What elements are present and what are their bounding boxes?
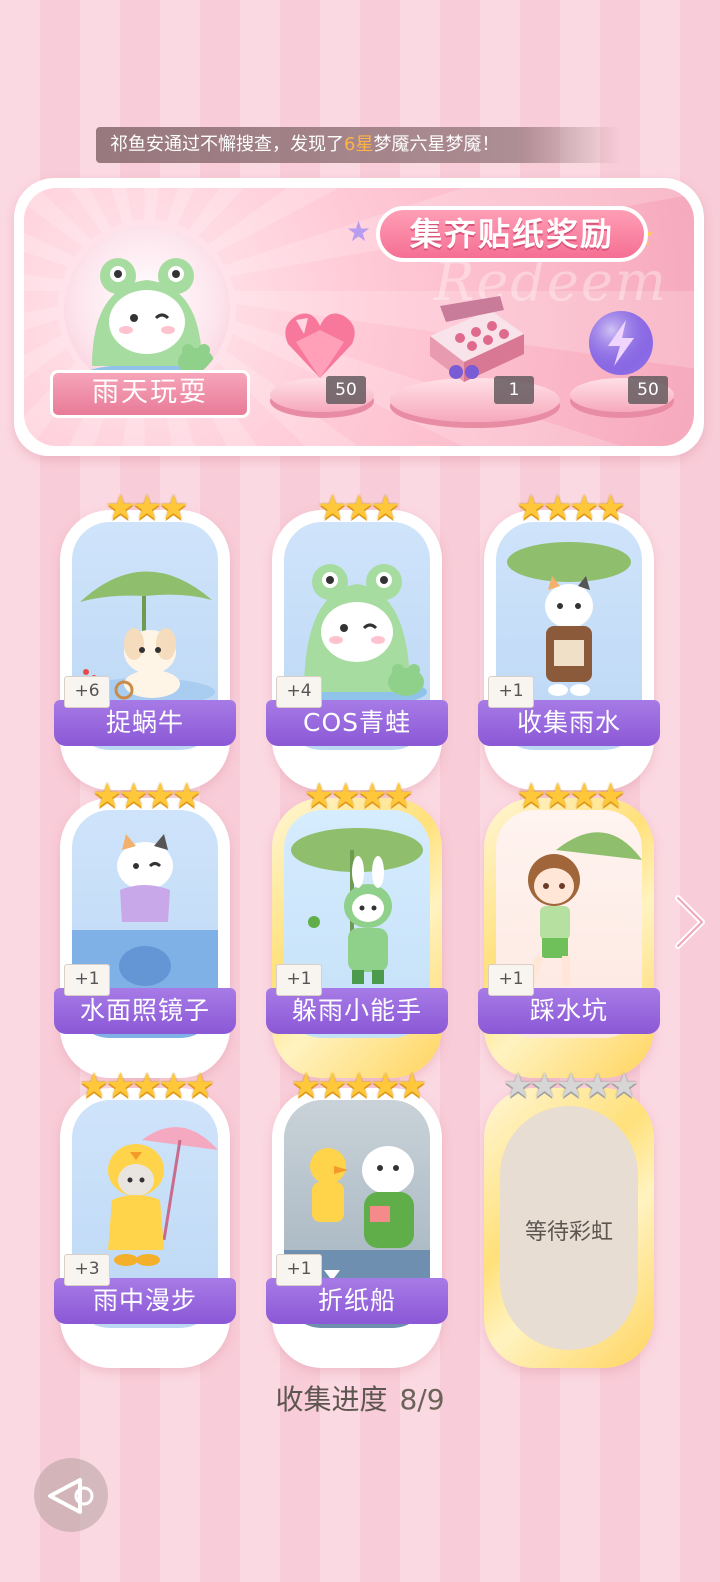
reward-count: 50 (326, 376, 366, 404)
sticker-card[interactable]: ★★★★ +1 踩水坑 (478, 776, 660, 1078)
star-rating: ★★★★★ (290, 1066, 427, 1106)
star-rating: ★★★★★ (78, 1066, 215, 1106)
star-rating: ★★★★ (516, 776, 626, 816)
pink-heart-gem-icon[interactable] (282, 308, 358, 384)
progress-label: 收集进度 (275, 1383, 388, 1416)
sticker-count-badge: +1 (276, 1254, 322, 1286)
purple-energy-orb-icon[interactable] (586, 308, 656, 378)
sticker-card[interactable]: ★★★ +4 COS青蛙 (266, 488, 448, 790)
sticker-count-badge: +3 (64, 1254, 110, 1286)
banner-title: 集齐贴纸奖励 (376, 206, 648, 262)
star-rating: ★★★ (317, 488, 400, 528)
collection-progress: 收集进度 8/9 (0, 1378, 720, 1418)
sticker-count-badge: +1 (276, 964, 322, 996)
reward-count: 50 (628, 376, 668, 404)
news-ticker: 祁鱼安通过不懈搜查，发现了6星梦魇六星梦魇！ (96, 127, 621, 163)
sticker-count-badge: +4 (276, 676, 322, 708)
sticker-card[interactable]: ★★★★ +1 水面照镜子 (54, 776, 236, 1078)
chevron-right-icon[interactable] (672, 892, 708, 952)
sticker-count-badge: +1 (64, 964, 110, 996)
set-reward-banner: Redeem ★ ★ 集齐贴纸奖励 雨天玩耍 (14, 178, 704, 456)
purple-star-icon: ★ (346, 215, 372, 248)
ticker-highlight: 6星 (344, 134, 374, 155)
sticker-name: 等待彩虹 (524, 1220, 613, 1245)
star-rating: ★★★★ (304, 776, 414, 816)
gift-box-icon[interactable] (420, 296, 530, 386)
sticker-card[interactable]: ★★★★ +1 躲雨小能手 (266, 776, 448, 1078)
back-arrow-icon (48, 1478, 94, 1514)
sticker-card[interactable]: ★★★★★ +1 折纸船 (266, 1066, 448, 1368)
sticker-count-badge: +6 (64, 676, 110, 708)
sticker-count-badge: +1 (488, 676, 534, 708)
ticker-suffix: 梦魇六星梦魇！ (373, 134, 500, 155)
star-rating: ★★★★★ (502, 1066, 639, 1106)
sticker-card[interactable]: ★★★★★ +3 雨中漫步 (54, 1066, 236, 1368)
star-rating: ★★★ (105, 488, 188, 528)
back-button[interactable] (34, 1458, 108, 1532)
frog-hood-cat-icon (81, 258, 214, 388)
banner-background: Redeem ★ ★ 集齐贴纸奖励 雨天玩耍 (24, 188, 694, 446)
sticker-card-locked[interactable]: ★★★★★ 等待彩虹 (484, 1066, 654, 1368)
reward-count: 1 (494, 376, 534, 404)
progress-value: 8/9 (399, 1383, 445, 1416)
sticker-card[interactable]: ★★★ +6 捉蜗牛 (54, 488, 236, 790)
star-rating: ★★★★ (92, 776, 202, 816)
sticker-card[interactable]: ★★★★ +1 收集雨水 (478, 488, 660, 790)
set-name-ribbon: 雨天玩耍 (50, 370, 250, 418)
star-rating: ★★★★ (516, 488, 626, 528)
ticker-prefix: 祁鱼安通过不懈搜查，发现了 (110, 134, 344, 155)
sticker-count-badge: +1 (488, 964, 534, 996)
